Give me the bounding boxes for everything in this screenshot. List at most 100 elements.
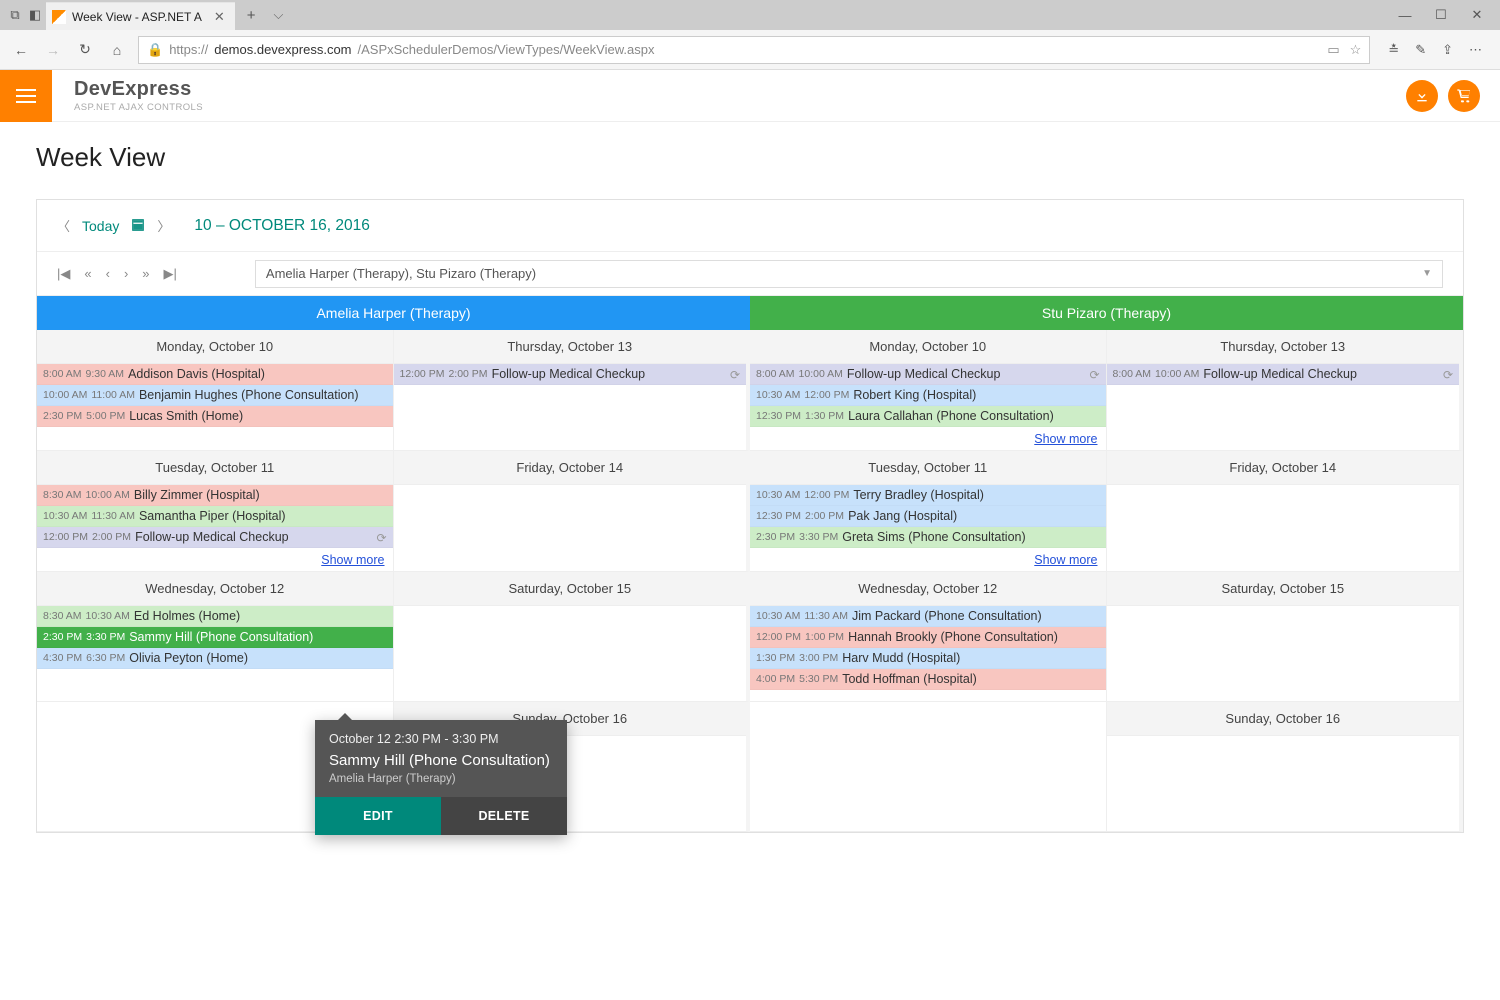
event-end: 11:30 AM [91, 510, 135, 522]
forward-button[interactable]: → [42, 42, 64, 58]
show-more-link[interactable]: Show more [750, 548, 1106, 571]
event-label: Terry Bradley (Hospital) [853, 488, 984, 502]
new-tab-button[interactable]: + [237, 7, 266, 24]
event-start: 10:30 AM [756, 610, 800, 622]
next-page-icon[interactable]: › [124, 266, 128, 282]
maximize-button[interactable]: ☐ [1424, 7, 1458, 23]
event-start: 1:30 PM [756, 652, 795, 664]
recur-icon: ⟳ [376, 531, 386, 545]
appointment[interactable]: 12:30 PM 1:30 PM Laura Callahan (Phone C… [750, 406, 1106, 427]
favorite-icon[interactable]: ☆ [1350, 42, 1362, 58]
appointment[interactable]: 2:30 PM 5:00 PM Lucas Smith (Home) [37, 406, 393, 427]
reading-view-icon[interactable]: ▭ [1327, 42, 1339, 58]
sys-icon[interactable]: ◧ [26, 7, 44, 23]
show-more-link[interactable]: Show more [750, 427, 1106, 450]
day-cell[interactable]: Saturday, October 15 [1107, 572, 1464, 702]
event-label: Addison Davis (Hospital) [128, 367, 265, 381]
event-start: 10:00 AM [43, 389, 87, 401]
brand-subtitle: ASP.NET AJAX CONTROLS [74, 102, 203, 113]
home-button[interactable]: ⌂ [106, 42, 128, 58]
day-cell[interactable]: Tuesday, October 11 8:30 AM 10:00 AM Bil… [37, 451, 394, 572]
minimize-button[interactable]: — [1388, 8, 1422, 23]
appointment[interactable]: 12:00 PM 2:00 PM Follow-up Medical Check… [37, 527, 393, 548]
appointment[interactable]: 10:30 AM 11:30 AM Samantha Piper (Hospit… [37, 506, 393, 527]
appointment[interactable]: 12:00 PM 1:00 PM Hannah Brookly (Phone C… [750, 627, 1106, 648]
event-end: 10:00 AM [1155, 368, 1199, 380]
cart-button[interactable] [1448, 80, 1480, 112]
appointment[interactable]: 8:30 AM 10:00 AM Billy Zimmer (Hospital) [37, 485, 393, 506]
event-end: 10:00 AM [799, 368, 843, 380]
day-header: Monday, October 10 [37, 330, 393, 364]
prev-button[interactable]: 〈 [57, 216, 70, 235]
appointment[interactable]: 8:00 AM 9:30 AM Addison Davis (Hospital) [37, 364, 393, 385]
url-bar[interactable]: 🔒 https://demos.devexpress.com/ASPxSched… [138, 36, 1370, 64]
tooltip-time: October 12 2:30 PM - 3:30 PM [329, 732, 553, 746]
appointment[interactable]: 12:30 PM 2:00 PM Pak Jang (Hospital) [750, 506, 1106, 527]
calendar-icon[interactable] [131, 218, 145, 234]
download-button[interactable] [1406, 80, 1438, 112]
prev-page-fast-icon[interactable]: « [84, 266, 91, 282]
appointment[interactable]: 8:00 AM 10:00 AM Follow-up Medical Check… [1107, 364, 1460, 385]
day-cell[interactable]: Saturday, October 15 [394, 572, 751, 702]
day-cell[interactable]: Monday, October 10 8:00 AM 9:30 AM Addis… [37, 330, 394, 451]
day-cell[interactable]: Monday, October 10 8:00 AM 10:00 AM Foll… [750, 330, 1107, 451]
refresh-button[interactable]: ↻ [74, 41, 96, 58]
day-cell[interactable]: Thursday, October 13 8:00 AM 10:00 AM Fo… [1107, 330, 1464, 451]
close-window-button[interactable]: ✕ [1460, 7, 1494, 23]
brand-logo: DevExpress [74, 78, 203, 101]
day-cell[interactable] [750, 702, 1107, 832]
edit-button[interactable]: EDIT [315, 797, 441, 835]
day-cell[interactable]: Friday, October 14 [1107, 451, 1464, 572]
browser-tab[interactable]: Week View - ASP.NET A ✕ [46, 2, 235, 30]
notes-icon[interactable]: ✎ [1415, 42, 1426, 58]
resource-dropdown[interactable]: Amelia Harper (Therapy), Stu Pizaro (The… [255, 260, 1443, 288]
appointment[interactable]: 10:30 AM 11:30 AM Jim Packard (Phone Con… [750, 606, 1106, 627]
back-button[interactable]: ← [10, 42, 32, 58]
appointment[interactable]: 10:30 AM 12:00 PM Robert King (Hospital) [750, 385, 1106, 406]
appointment[interactable]: 8:30 AM 10:30 AM Ed Holmes (Home) [37, 606, 393, 627]
show-more-link[interactable]: Show more [37, 548, 393, 571]
day-cell[interactable]: Wednesday, October 12 8:30 AM 10:30 AM E… [37, 572, 394, 702]
appointment[interactable]: 10:30 AM 12:00 PM Terry Bradley (Hospita… [750, 485, 1106, 506]
sys-icon[interactable]: ⧉ [6, 7, 24, 23]
brand: DevExpress ASP.NET AJAX CONTROLS [52, 78, 203, 113]
appointment[interactable]: 2:30 PM 3:30 PM Greta Sims (Phone Consul… [750, 527, 1106, 548]
appointment[interactable]: 4:30 PM 6:30 PM Olivia Peyton (Home) [37, 648, 393, 669]
next-button[interactable]: 〉 [157, 216, 170, 235]
first-page-icon[interactable]: |◀ [57, 266, 70, 282]
today-button[interactable]: Today [82, 218, 119, 234]
tabs-menu-icon[interactable]: ⌵ [268, 7, 290, 23]
day-cell[interactable]: Thursday, October 13 12:00 PM 2:00 PM Fo… [394, 330, 751, 451]
appointment[interactable]: 10:00 AM 11:00 AM Benjamin Hughes (Phone… [37, 385, 393, 406]
event-start: 12:00 PM [43, 531, 88, 543]
event-end: 1:30 PM [805, 410, 844, 422]
share-icon[interactable]: ⇪ [1442, 42, 1453, 58]
day-header: Wednesday, October 12 [37, 572, 393, 606]
event-label: Follow-up Medical Checkup [847, 367, 1001, 381]
favorites-list-icon[interactable]: ≛ [1388, 42, 1399, 58]
day-cell[interactable]: Sunday, October 16 [1107, 702, 1464, 832]
delete-button[interactable]: DELETE [441, 797, 567, 835]
next-page-fast-icon[interactable]: » [142, 266, 149, 282]
prev-page-icon[interactable]: ‹ [106, 266, 110, 282]
browser-tab-strip: ⧉ ◧ Week View - ASP.NET A ✕ + ⌵ — ☐ ✕ [0, 0, 1500, 30]
appointment[interactable]: 8:00 AM 10:00 AM Follow-up Medical Check… [750, 364, 1106, 385]
appointment[interactable]: 12:00 PM 2:00 PM Follow-up Medical Check… [394, 364, 747, 385]
scheduler-toolbar: 〈 Today 〉 10 – OCTOBER 16, 2016 [37, 200, 1463, 252]
resource-header: Amelia Harper (Therapy) [37, 296, 750, 330]
appointment[interactable]: 1:30 PM 3:00 PM Harv Mudd (Hospital) [750, 648, 1106, 669]
close-tab-icon[interactable]: ✕ [214, 9, 225, 25]
last-page-icon[interactable]: ▶| [164, 266, 177, 282]
day-cell[interactable]: Wednesday, October 12 10:30 AM 11:30 AM … [750, 572, 1107, 702]
menu-button[interactable] [0, 70, 52, 122]
more-icon[interactable]: ⋯ [1469, 42, 1482, 58]
favicon-icon [52, 10, 66, 24]
day-header: Sunday, October 16 [1107, 702, 1460, 736]
appointment-tooltip: October 12 2:30 PM - 3:30 PM Sammy Hill … [315, 720, 567, 835]
day-cell[interactable]: Friday, October 14 [394, 451, 751, 572]
day-cell[interactable]: Tuesday, October 11 10:30 AM 12:00 PM Te… [750, 451, 1107, 572]
appointment[interactable]: 4:00 PM 5:30 PM Todd Hoffman (Hospital) [750, 669, 1106, 690]
event-label: Hannah Brookly (Phone Consultation) [848, 630, 1058, 644]
appointment[interactable]: 2:30 PM 3:30 PM Sammy Hill (Phone Consul… [37, 627, 393, 648]
event-end: 10:30 AM [86, 610, 130, 622]
